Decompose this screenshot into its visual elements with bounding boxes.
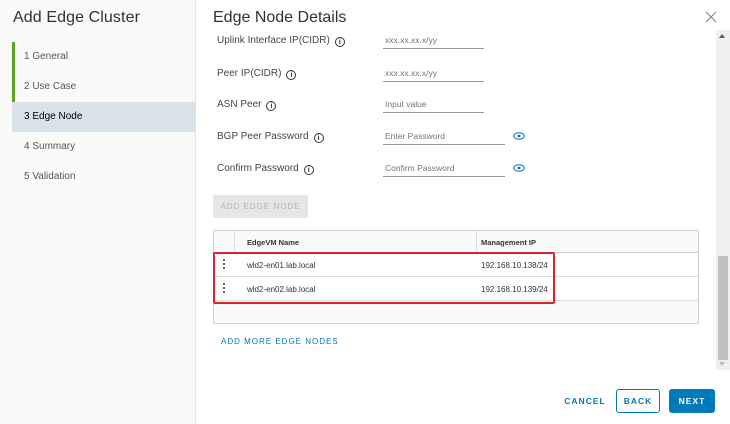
close-icon[interactable]	[705, 11, 719, 25]
table-row: wld2-en02.lab.local 192.168.10.139/24	[214, 277, 698, 301]
step-validation: 5 Validation	[24, 171, 76, 182]
bgp-password-label: BGP Peer Password i	[217, 131, 324, 143]
uplink-ip-input[interactable]	[383, 32, 484, 49]
vertical-scrollbar[interactable]	[716, 30, 730, 370]
edge-nodes-table: EdgeVM Name Management IP wld2-en01.lab.…	[213, 230, 699, 324]
management-ip-cell: 192.168.10.138/24	[481, 261, 548, 270]
column-header-edgevm-name[interactable]: EdgeVM Name	[247, 238, 299, 247]
info-icon[interactable]: i	[286, 70, 297, 80]
info-icon[interactable]: i	[313, 133, 324, 143]
scroll-down-arrow-icon[interactable]	[719, 362, 725, 366]
asn-peer-input[interactable]	[383, 96, 484, 113]
add-more-edge-nodes-link[interactable]: ADD MORE EDGE NODES	[221, 337, 339, 346]
kebab-icon[interactable]	[222, 283, 226, 295]
uplink-ip-label: Uplink Interface IP(CIDR) i	[217, 35, 345, 47]
table-footer	[214, 301, 698, 323]
scroll-thumb[interactable]	[718, 256, 728, 360]
asn-peer-label: ASN Peer i	[217, 99, 277, 111]
info-icon[interactable]: i	[334, 37, 345, 47]
confirm-password-row: Confirm Password i	[217, 160, 525, 180]
kebab-icon[interactable]	[222, 259, 226, 271]
bgp-password-input[interactable]	[383, 128, 505, 145]
form-scroll-area: Uplink Interface IP(CIDR)i Peer IP(CIDR)…	[196, 30, 730, 370]
peer-ip-label: Peer IP(CIDR) i	[217, 68, 297, 80]
bgp-password-row: BGP Peer Password i	[217, 128, 525, 148]
page-title: Edge Node Details	[213, 9, 347, 26]
wizard-title: Add Edge Cluster	[13, 9, 141, 26]
back-button[interactable]: BACK	[616, 389, 660, 413]
info-icon[interactable]: i	[303, 165, 314, 175]
table-row: wld2-en01.lab.local 192.168.10.138/24	[214, 253, 698, 277]
next-button[interactable]: NEXT	[669, 389, 715, 413]
edgevm-name-cell: wld2-en01.lab.local	[247, 261, 316, 270]
column-header-management-ip[interactable]: Management IP	[481, 238, 536, 247]
peer-ip-row: Peer IP(CIDR) i	[217, 65, 517, 85]
info-icon[interactable]: i	[266, 101, 277, 111]
table-header: EdgeVM Name Management IP	[214, 231, 698, 253]
wizard-sidebar: Add Edge Cluster 1 General 2 Use Case 3 …	[0, 0, 196, 424]
asn-peer-row: ASN Peer i	[217, 96, 517, 116]
eye-icon[interactable]	[513, 164, 525, 172]
eye-icon[interactable]	[513, 132, 525, 140]
step-edge-node[interactable]: 3 Edge Node	[12, 102, 196, 132]
peer-ip-input[interactable]	[383, 65, 484, 82]
confirm-password-input[interactable]	[383, 160, 505, 177]
step-general[interactable]: 1 General	[12, 42, 196, 72]
confirm-password-label: Confirm Password i	[217, 163, 314, 175]
cancel-button[interactable]: CANCEL	[560, 389, 610, 413]
management-ip-cell: 192.168.10.139/24	[481, 285, 548, 294]
scroll-up-arrow-icon[interactable]	[719, 34, 725, 38]
step-use-case[interactable]: 2 Use Case	[12, 72, 196, 102]
uplink-ip-row: Uplink Interface IP(CIDR) i	[217, 32, 517, 52]
wizard-steps: 1 General 2 Use Case 3 Edge Node 4 Summa…	[12, 42, 196, 192]
add-edge-node-button[interactable]: ADD EDGE NODE	[213, 195, 308, 218]
edgevm-name-cell: wld2-en02.lab.local	[247, 285, 316, 294]
step-summary: 4 Summary	[24, 141, 76, 152]
